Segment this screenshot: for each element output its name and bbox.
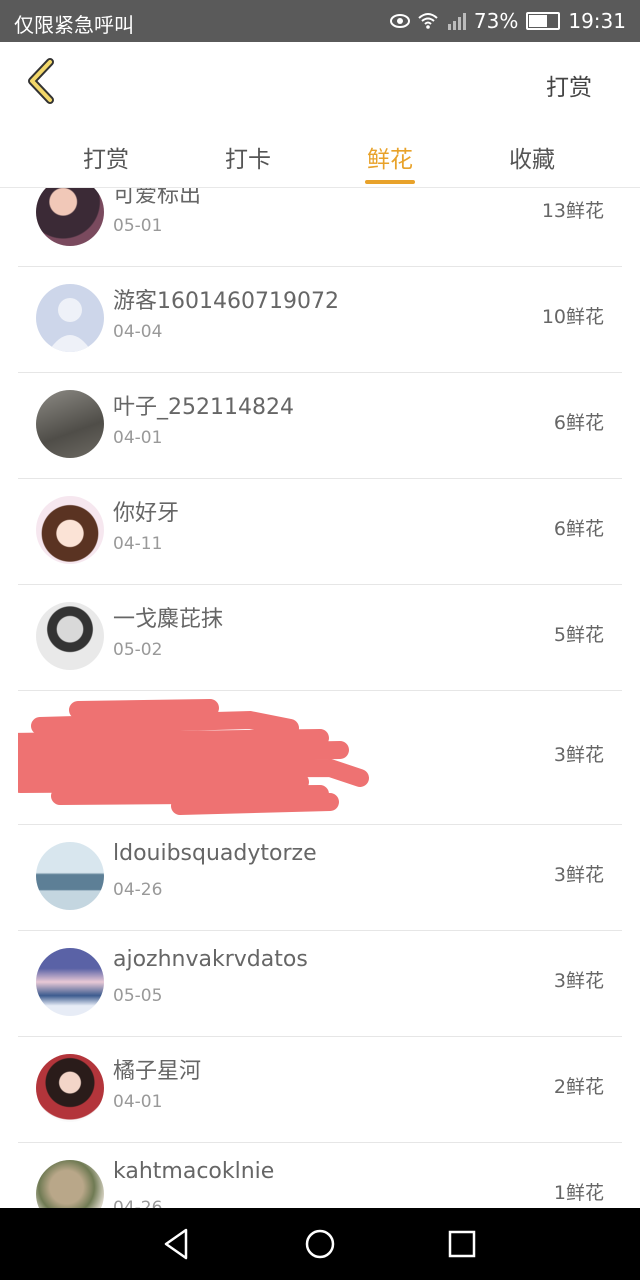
carrier-status-text: 仅限紧急呼叫 (14, 13, 134, 37)
avatar (36, 1160, 104, 1208)
back-arrow-icon[interactable] (22, 56, 62, 106)
date: 04-04 (113, 322, 163, 342)
signal-icon (447, 13, 466, 30)
user-name: 橘子星河 (113, 1059, 202, 1084)
status-bar: 仅限紧急呼叫 73% 19:31 (0, 0, 640, 42)
flower-ranking-list: 可爱标出 05-01 13鲜花 游客1601460719072 04-04 10… (18, 188, 622, 1208)
avatar (36, 1054, 104, 1122)
flower-count: 1鲜花 (553, 1182, 604, 1204)
recent-apps-square-icon[interactable] (444, 1226, 480, 1262)
wifi-icon (418, 13, 438, 29)
header: 打赏 (0, 42, 640, 126)
list-item[interactable]: 你好牙 04-11 6鲜花 (18, 478, 622, 585)
avatar (36, 602, 104, 670)
user-name: kahtmacoklnie (113, 1159, 275, 1184)
user-name: 一戈麋芘抹 (113, 607, 224, 632)
date: 04-26 (113, 880, 163, 900)
tab-bar: 打赏 打卡 鲜花 收藏 (0, 126, 640, 188)
status-icons: 73% 19:31 (389, 9, 626, 33)
flower-count: 13鲜花 (541, 200, 604, 222)
system-navigation-bar (0, 1208, 640, 1280)
avatar (36, 948, 104, 1016)
user-name: ajozhnvakrvdatos (113, 947, 308, 972)
avatar (36, 842, 104, 910)
date: 04-01 (113, 428, 163, 448)
battery-percent: 73% (473, 9, 519, 33)
date: 05-01 (113, 216, 163, 236)
tab-flowers[interactable]: 鲜花 (340, 140, 440, 184)
tab-reward[interactable]: 打赏 (56, 140, 156, 174)
list-item[interactable]: kahtmacoklnie 04-26 1鲜花 (18, 1142, 622, 1208)
list-item[interactable]: 游客1601460719072 04-04 10鲜花 (18, 266, 622, 373)
reward-button[interactable]: 打赏 (546, 68, 592, 102)
list-item[interactable]: 叶子_252114824 04-01 6鲜花 (18, 372, 622, 479)
flower-count: 6鲜花 (553, 518, 604, 540)
battery-icon (526, 12, 561, 30)
avatar (36, 390, 104, 458)
tab-checkin[interactable]: 打卡 (198, 140, 298, 174)
list-item[interactable]: ajozhnvakrvdatos 05-05 3鲜花 (18, 930, 622, 1037)
list-item[interactable]: ldouibsquadytorze 04-26 3鲜花 (18, 824, 622, 931)
user-name: 你好牙 (113, 501, 180, 526)
home-circle-icon[interactable] (302, 1226, 338, 1262)
flower-count: 10鲜花 (541, 306, 604, 328)
list-item[interactable]: 一戈麋芘抹 05-02 5鲜花 (18, 584, 622, 691)
list-item[interactable]: 可爱标出 05-01 13鲜花 (18, 188, 622, 267)
avatar (36, 284, 104, 352)
flower-count: 3鲜花 (553, 864, 604, 886)
flower-count: 3鲜花 (553, 744, 604, 766)
eye-icon (389, 14, 410, 28)
flower-count: 2鲜花 (553, 1076, 604, 1098)
date: 04-01 (113, 1092, 163, 1112)
avatar (36, 496, 104, 564)
flower-count: 5鲜花 (553, 624, 604, 646)
date: 04-26 (113, 1198, 163, 1208)
date: 05-02 (113, 640, 163, 660)
list-item[interactable]: 橘子星河 04-01 2鲜花 (18, 1036, 622, 1143)
avatar (36, 188, 104, 246)
redaction-scribble (18, 699, 369, 815)
date: 04-11 (113, 534, 163, 554)
user-name: 可爱标出 (113, 188, 202, 208)
user-name: 游客1601460719072 (113, 289, 339, 314)
user-name: 叶子_252114824 (113, 395, 294, 420)
tab-favorites[interactable]: 收藏 (482, 140, 582, 174)
default-user-icon (48, 298, 92, 352)
flower-count: 3鲜花 (553, 970, 604, 992)
back-triangle-icon[interactable] (160, 1226, 196, 1262)
clock: 19:31 (568, 9, 626, 33)
list-item-redacted[interactable]: 3鲜花 (18, 690, 622, 825)
user-name: ldouibsquadytorze (113, 841, 317, 866)
date: 05-05 (113, 986, 163, 1006)
flower-count: 6鲜花 (553, 412, 604, 434)
